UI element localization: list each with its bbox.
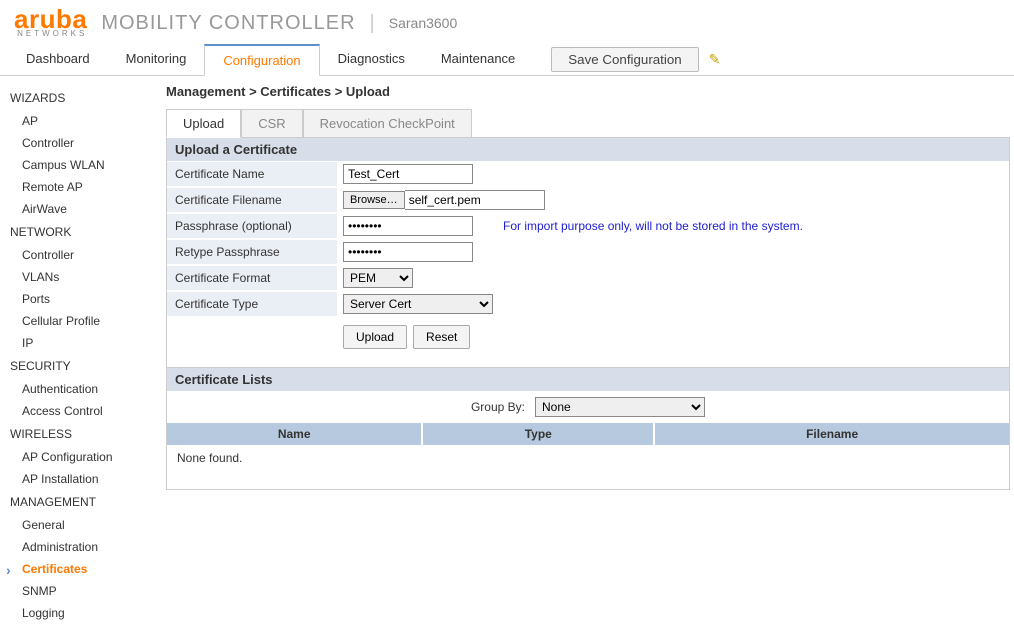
input-passphrase[interactable] [343,216,473,236]
sidebar-item-access-control[interactable]: Access Control [10,400,158,422]
sidebar-group-wizards: WIZARDS [10,86,158,110]
sidebar: WIZARDS AP Controller Campus WLAN Remote… [0,76,158,634]
upload-button[interactable]: Upload [343,325,407,349]
subtab-csr[interactable]: CSR [241,109,302,137]
sidebar-item-certificates[interactable]: Certificates [10,558,158,580]
sidebar-item-net-controller[interactable]: Controller [10,244,158,266]
header: aruba NETWORKS MOBILITY CONTROLLER | Sar… [0,0,1014,44]
sidebar-item-snmp[interactable]: SNMP [10,580,158,602]
sidebar-item-ports[interactable]: Ports [10,288,158,310]
groupby-label: Group By: [471,400,525,414]
input-retype-passphrase[interactable] [343,242,473,262]
sidebar-item-administration[interactable]: Administration [10,536,158,558]
sidebar-item-cellular[interactable]: Cellular Profile [10,310,158,332]
brand-sub: NETWORKS [14,29,87,38]
label-cert-type: Certificate Type [167,292,337,316]
reset-button[interactable]: Reset [413,325,470,349]
top-nav: Dashboard Monitoring Configuration Diagn… [0,44,1014,76]
subtab-upload[interactable]: Upload [166,109,241,138]
panel: Upload a Certificate Certificate Name Ce… [166,138,1010,490]
sidebar-group-security: SECURITY [10,354,158,378]
cert-table: Name Type Filename [167,423,1009,445]
sidebar-group-management: MANAGEMENT [10,490,158,514]
tab-maintenance[interactable]: Maintenance [423,44,533,75]
passphrase-hint: For import purpose only, will not be sto… [503,219,803,233]
main-content: Management > Certificates > Upload Uploa… [158,76,1014,634]
select-cert-format[interactable]: PEM [343,268,413,288]
subtab-revocation[interactable]: Revocation CheckPoint [303,109,472,137]
select-cert-type[interactable]: Server Cert [343,294,493,314]
save-configuration-button[interactable]: Save Configuration [551,47,698,72]
label-retype-passphrase: Retype Passphrase [167,240,337,264]
tab-dashboard[interactable]: Dashboard [8,44,108,75]
sidebar-group-network: NETWORK [10,220,158,244]
input-cert-name[interactable] [343,164,473,184]
input-cert-filename[interactable] [405,190,545,210]
brand-logo: aruba NETWORKS [14,8,87,38]
sidebar-item-vlans[interactable]: VLANs [10,266,158,288]
sidebar-item-airwave[interactable]: AirWave [10,198,158,220]
select-groupby[interactable]: None [535,397,705,417]
sidebar-group-wireless: WIRELESS [10,422,158,446]
product-title: MOBILITY CONTROLLER [101,12,355,35]
col-type[interactable]: Type [422,423,654,445]
browse-button[interactable]: Browse… [343,191,405,209]
label-cert-format: Certificate Format [167,266,337,290]
sidebar-item-controller[interactable]: Controller [10,132,158,154]
hostname: Saran3600 [389,15,458,31]
section-cert-lists: Certificate Lists [167,367,1009,391]
none-found: None found. [167,445,1009,471]
sidebar-item-logging[interactable]: Logging [10,602,158,624]
sidebar-item-ap[interactable]: AP [10,110,158,132]
section-upload-cert: Upload a Certificate [167,138,1009,161]
tab-diagnostics[interactable]: Diagnostics [320,44,423,75]
label-passphrase: Passphrase (optional) [167,214,337,238]
tab-configuration[interactable]: Configuration [204,44,319,76]
sidebar-item-ap-install[interactable]: AP Installation [10,468,158,490]
subtabs: Upload CSR Revocation CheckPoint [166,109,1010,138]
col-name[interactable]: Name [167,423,422,445]
col-filename[interactable]: Filename [654,423,1009,445]
divider: | [370,12,375,35]
sidebar-item-ap-config[interactable]: AP Configuration [10,446,158,468]
sidebar-item-remote-ap[interactable]: Remote AP [10,176,158,198]
label-cert-name: Certificate Name [167,162,337,186]
tab-monitoring[interactable]: Monitoring [108,44,205,75]
sidebar-item-general[interactable]: General [10,514,158,536]
breadcrumb: Management > Certificates > Upload [166,84,1010,99]
pencil-icon[interactable]: ✎ [709,51,721,68]
sidebar-item-campus-wlan[interactable]: Campus WLAN [10,154,158,176]
label-cert-filename: Certificate Filename [167,188,337,212]
sidebar-item-authentication[interactable]: Authentication [10,378,158,400]
sidebar-item-ip[interactable]: IP [10,332,158,354]
